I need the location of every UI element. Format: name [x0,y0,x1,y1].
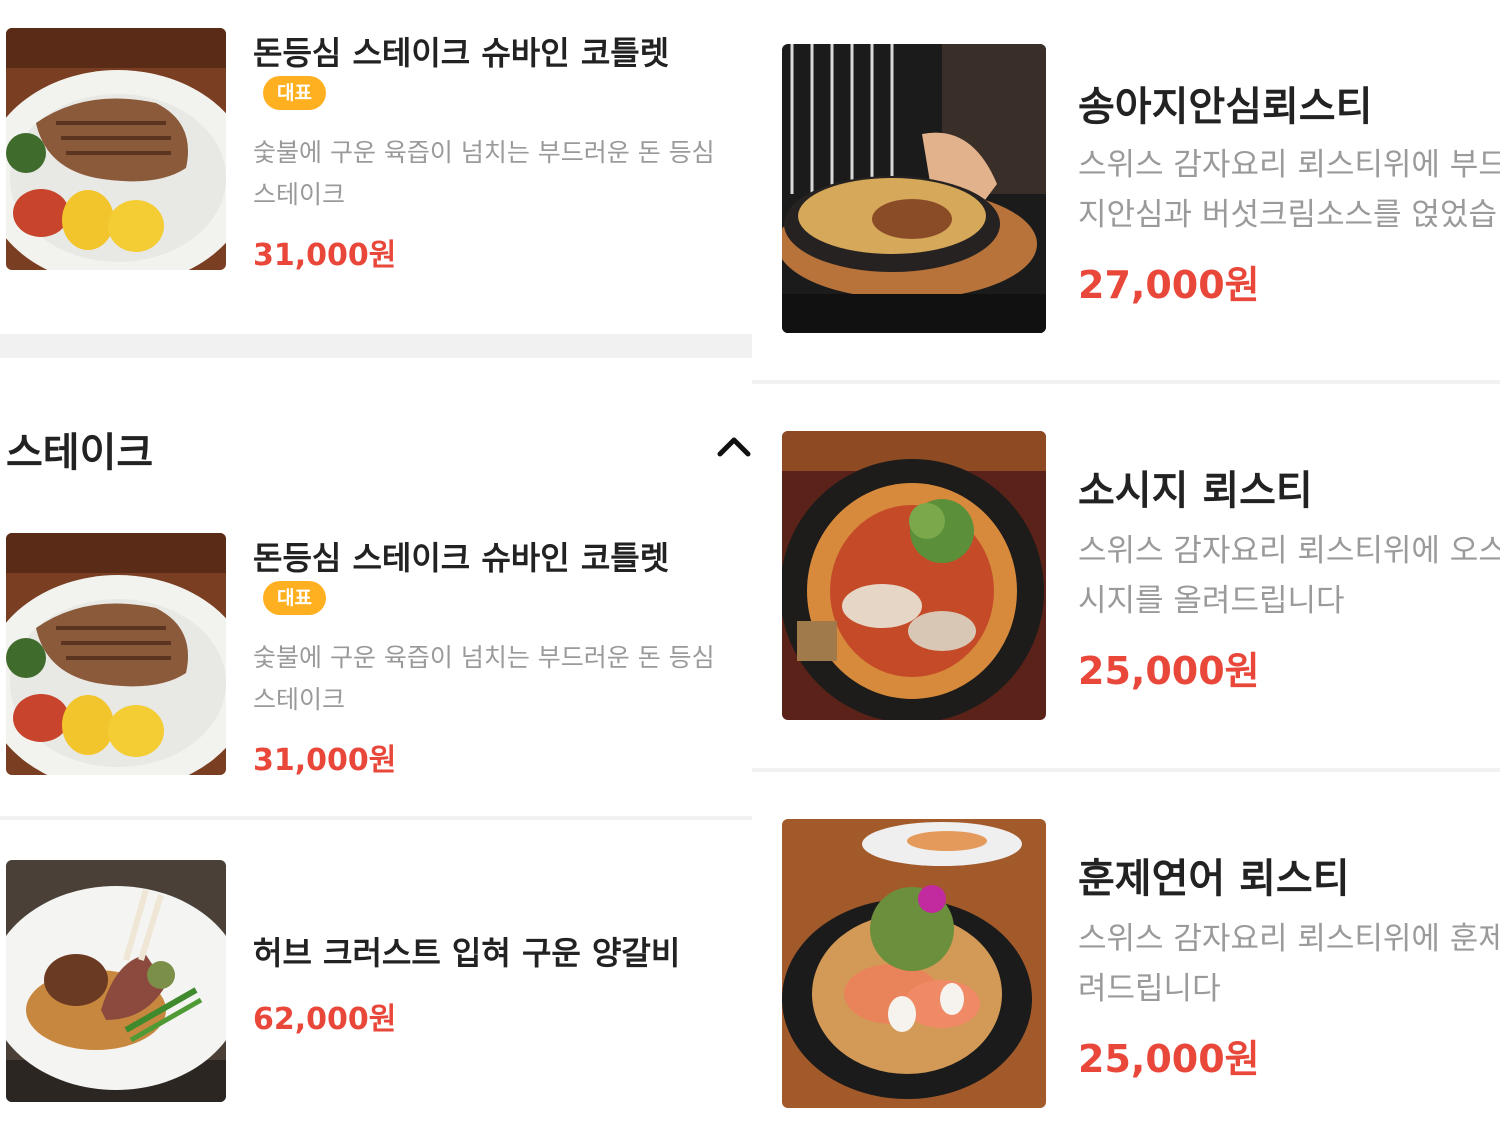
menu-item[interactable]: 돈등심 스테이크 슈바인 코틀렛 대표 숯불에 구운 육즙이 넘치는 부드러운 … [0,0,752,330]
menu-item-price: 25,000원 [1078,649,1260,693]
menu-item-price: 27,000원 [1078,263,1260,307]
food-photo-lamb-rack [6,860,226,1102]
menu-panel-right: 송아지안심뢰스티 스위스 감자요리 뢰스티위에 부드 지안심과 버섯크림소스를 … [752,0,1500,1122]
chevron-up-icon[interactable] [712,428,752,464]
menu-item[interactable]: 송아지안심뢰스티 스위스 감자요리 뢰스티위에 부드 지안심과 버섯크림소스를 … [752,0,1500,380]
menu-item[interactable]: 훈제연어 뢰스티 스위스 감자요리 뢰스티위에 훈제 려드립니다 25,000원 [752,772,1500,1122]
menu-item[interactable]: 허브 크러스트 입혀 구운 양갈비 62,000원 [0,820,752,1122]
menu-item-description: 스테이크 [253,685,346,714]
menu-item[interactable]: 돈등심 스테이크 슈바인 코틀렛 대표 숯불에 구운 육즙이 넘치는 부드러운 … [0,500,752,816]
section-title: 스테이크 [6,430,154,476]
menu-item-description: 숯불에 구운 육즙이 넘치는 부드러운 돈 등심 [253,643,715,672]
menu-item-description: 숯불에 구운 육즙이 넘치는 부드러운 돈 등심 [253,138,715,167]
food-photo-pork-cutlet [6,533,226,775]
signature-badge: 대표 [263,76,326,110]
menu-item-name: 허브 크러스트 입혀 구운 양갈비 [253,934,681,972]
menu-item-price: 31,000원 [253,238,397,273]
menu-item-price: 31,000원 [253,743,397,778]
menu-item-description: 려드립니다 [1078,971,1221,1007]
food-photo-sausage-rosti [782,431,1046,720]
menu-item-price: 62,000원 [253,1002,397,1037]
menu-item-description: 스위스 감자요리 뢰스티위에 부드 [1078,147,1500,183]
menu-item-description: 스위스 감자요리 뢰스티위에 오스 [1078,533,1500,569]
food-photo-veal-rosti [782,44,1046,333]
menu-item-description: 지안심과 버섯크림소스를 얹었습 [1078,197,1497,233]
menu-item-name: 훈제연어 뢰스티 [1078,856,1350,902]
menu-item[interactable]: 소시지 뢰스티 스위스 감자요리 뢰스티위에 오스 시지를 올려드립니다 25,… [752,384,1500,768]
menu-item-description: 스위스 감자요리 뢰스티위에 훈제 [1078,921,1500,957]
food-photo-smoked-salmon-rosti [782,819,1046,1108]
menu-item-name: 송아지안심뢰스티 [1078,84,1373,130]
menu-item-name: 돈등심 스테이크 슈바인 코틀렛 [253,34,670,72]
signature-badge: 대표 [263,581,326,615]
menu-item-description: 시지를 올려드립니다 [1078,583,1345,619]
menu-item-name: 돈등심 스테이크 슈바인 코틀렛 [253,539,670,577]
menu-panel-left: 돈등심 스테이크 슈바인 코틀렛 대표 숯불에 구운 육즙이 넘치는 부드러운 … [0,0,752,1122]
food-photo-pork-cutlet [6,28,226,270]
menu-item-description: 스테이크 [253,180,346,209]
menu-item-price: 25,000원 [1078,1037,1260,1081]
menu-item-name: 소시지 뢰스티 [1078,468,1313,514]
section-divider [0,334,752,358]
